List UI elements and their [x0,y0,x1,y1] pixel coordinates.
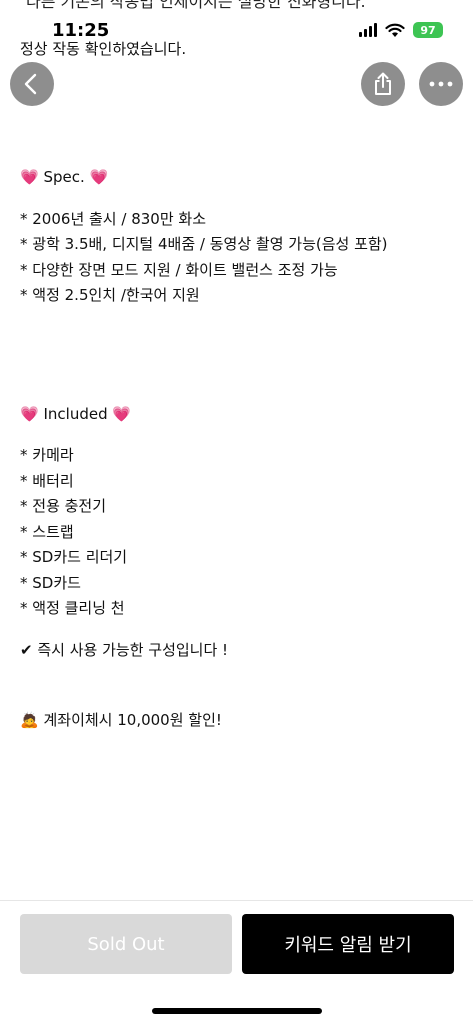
discount-text: 계좌이체시 10,000원 할인! [43,711,222,729]
discount-line: 🙇 계좌이체시 10,000원 할인! [20,708,460,734]
more-options-button[interactable] [419,62,463,106]
sold-out-button: Sold Out [20,914,232,974]
spec-heading: 💗 Spec. 💗 [20,165,460,191]
spec-item: * 액정 2.5인치 /한국어 지원 [20,286,200,304]
wifi-icon [385,23,405,37]
included-item: * SD카드 리더기 [20,548,128,566]
share-button[interactable] [361,62,405,106]
clipped-description-line: 다른 기존의 작동법 인제이지는 실망한 진화형니다. [26,0,366,11]
spec-item: * 다양한 장면 모드 지원 / 화이트 밸런스 조정 가능 [20,260,338,279]
sparkling-heart-icon: 💗 [20,404,39,423]
battery-level: 97 [420,23,436,37]
sparkling-heart-icon: 💗 [112,404,132,423]
home-indicator[interactable] [152,1008,322,1014]
included-item: * 카메라 [20,446,74,464]
cellular-signal-icon [359,23,377,37]
included-item: * 스트랩 [20,522,74,541]
spec-item: * 2006년 출시 / 830만 화소 [20,209,206,228]
product-description: 💗 Spec. 💗 * 2006년 출시 / 830만 화소 * 광학 3.5배… [20,165,460,734]
spec-item: * 광학 3.5배, 디지털 4배줌 / 동영상 촬영 가능(음성 포함) [20,235,388,253]
back-button[interactable] [10,62,54,106]
ellipsis-icon [429,81,453,87]
money-bag-person-icon: 🙇 [20,711,39,729]
status-icons: 97 [359,22,443,38]
included-item: * SD카드 [20,573,81,592]
keyword-alert-button[interactable]: 키워드 알림 받기 [242,914,454,974]
sparkling-heart-icon: 💗 [20,168,39,186]
spec-heading-text: Spec. [43,168,85,186]
sparkling-heart-icon: 💗 [89,168,109,186]
included-item: * 액정 클리닝 천 [20,599,125,617]
included-heading-text: Included [43,404,108,423]
chevron-left-icon [24,73,37,95]
battery-indicator: 97 [413,22,443,38]
description-top-line: 정상 작동 확인하였습니다. [20,40,187,58]
ready-line: ✔ 즉시 사용 가능한 구성입니다 ! [20,638,460,664]
included-item: * 전용 충전기 [20,497,107,515]
included-item: * 배터리 [20,471,74,490]
share-icon [375,72,391,95]
bottom-action-bar: Sold Out 키워드 알림 받기 [0,900,473,1025]
check-mark-icon: ✔ [20,640,33,659]
ready-text: 즉시 사용 가능한 구성입니다 ! [37,640,229,659]
included-heading: 💗 Included 💗 [20,402,460,428]
